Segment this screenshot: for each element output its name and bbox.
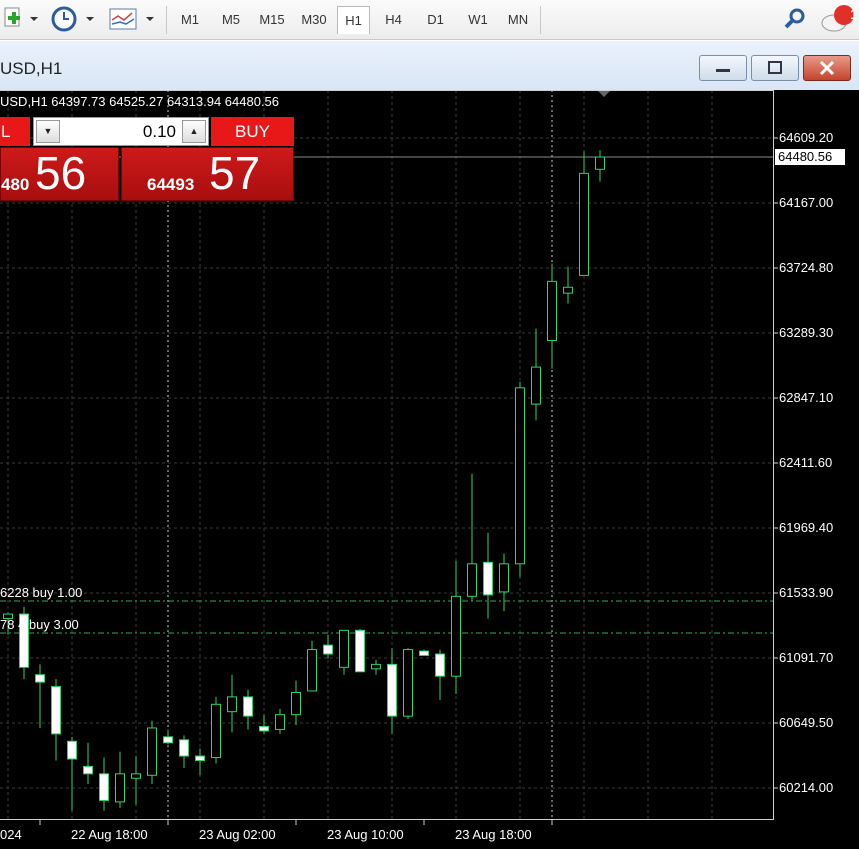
indicator-icon	[109, 8, 154, 30]
search-button[interactable]	[780, 4, 810, 34]
lot-size-field[interactable]: ▼ 0.10 ▲	[33, 117, 209, 146]
restore-icon	[768, 61, 782, 74]
timeframe-mn[interactable]: MN	[500, 6, 536, 34]
close-button[interactable]	[803, 55, 851, 81]
buy-price-prefix: 64493	[147, 175, 195, 194]
timeframe-m1[interactable]: M1	[176, 6, 204, 34]
search-icon	[784, 8, 805, 29]
price-axis-label: 62847.10	[779, 390, 834, 405]
price-axis-label: 61969.40	[779, 520, 834, 535]
sell-price-pips: 56	[35, 147, 87, 199]
price-axis-label: 63724.80	[779, 260, 834, 275]
timeframe-h1[interactable]: H1	[337, 6, 370, 34]
order-line-label[interactable]: 78 4 buy 3.00	[0, 617, 79, 632]
new-chart-button[interactable]	[2, 4, 40, 34]
current-price-marker: 64480.56	[775, 149, 845, 165]
lot-size-value: 0.10	[142, 122, 176, 141]
time-axis-label: 23 Aug 10:00	[327, 827, 404, 842]
time-axis-label: 23 Aug 18:00	[455, 827, 532, 842]
buy-price-button[interactable]: 64493 57	[121, 147, 294, 201]
price-axis-label: 64167.00	[779, 195, 834, 210]
price-chart[interactable]: USD,H1 64397.73 64525.27 64313.94 64480.…	[0, 90, 859, 849]
sell-price-prefix: 480	[1, 175, 30, 194]
clock-icon	[51, 6, 94, 32]
timeframe-w1[interactable]: W1	[460, 6, 496, 34]
minimize-icon	[716, 69, 730, 72]
minimize-button[interactable]	[699, 55, 747, 81]
notifications-button[interactable]: 1	[820, 4, 858, 34]
price-axis-label: 60649.50	[779, 715, 834, 730]
buy-price-pips: 57	[209, 147, 261, 199]
sell-button[interactable]: L	[0, 117, 30, 146]
price-axis-label: 61091.70	[779, 650, 834, 665]
sell-price-button[interactable]: 480 56	[0, 147, 119, 201]
time-axis-label: 024	[0, 827, 22, 842]
timeframe-m5[interactable]: M5	[216, 6, 246, 34]
close-icon	[819, 60, 835, 76]
maximize-button[interactable]	[751, 55, 799, 81]
price-axis-label: 62411.60	[779, 455, 833, 470]
chart-window-title: USD,H1	[0, 59, 63, 78]
price-axis-label: 63289.30	[779, 325, 834, 340]
price-axis-label: 60214.00	[779, 780, 834, 795]
indicators-button[interactable]	[108, 4, 158, 34]
timeframe-h4[interactable]: H4	[377, 6, 410, 34]
buy-button[interactable]: BUY	[211, 117, 294, 146]
price-axis-label: 64609.20	[779, 130, 834, 145]
lot-decrease-button[interactable]: ▼	[36, 120, 60, 143]
timeframe-m30[interactable]: M30	[296, 6, 332, 34]
timeframe-m15[interactable]: M15	[253, 6, 291, 34]
time-axis-label: 22 Aug 18:00	[71, 827, 148, 842]
ohlc-header: USD,H1 64397.73 64525.27 64313.94 64480.…	[0, 94, 280, 109]
add-chart-icon	[4, 7, 38, 27]
toolbar: M1 M5 M15 M30 H1 H4 D1 W1 MN 1	[0, 0, 859, 40]
notification-badge: 1	[850, 6, 858, 22]
chart-window-titlebar: USD,H1	[0, 40, 859, 90]
history-button[interactable]	[50, 4, 98, 34]
toolbar-separator	[540, 6, 541, 34]
price-axis-label: 61533.90	[779, 585, 834, 600]
time-axis-label: 23 Aug 02:00	[199, 827, 276, 842]
timeframe-d1[interactable]: D1	[418, 6, 453, 34]
toolbar-separator	[166, 6, 167, 34]
lot-increase-button[interactable]: ▲	[182, 120, 206, 143]
order-line-label[interactable]: 6228 buy 1.00	[0, 585, 82, 600]
